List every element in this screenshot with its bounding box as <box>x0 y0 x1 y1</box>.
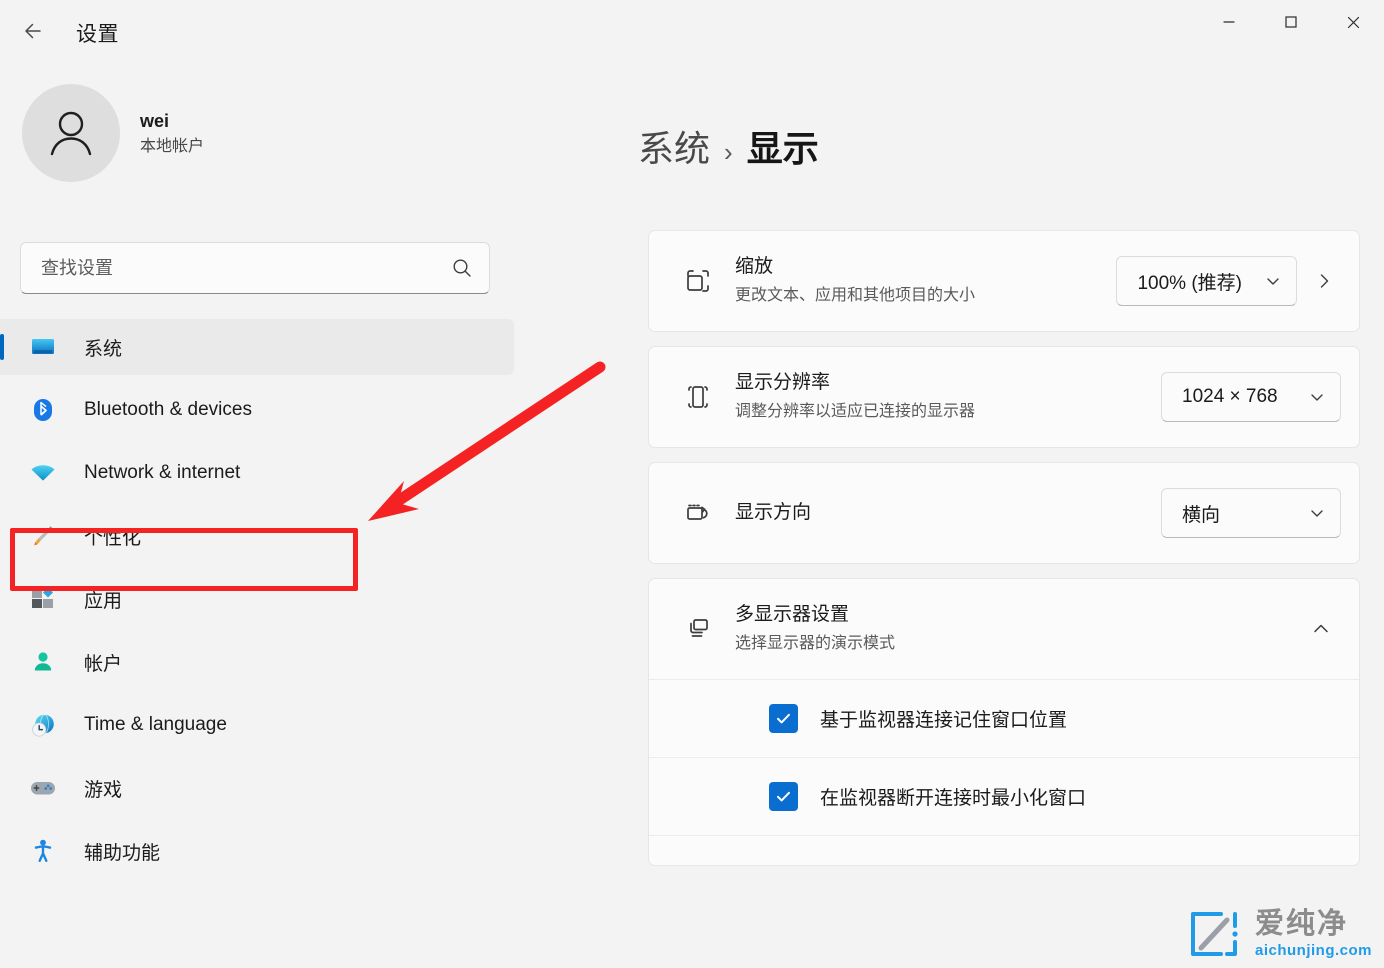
title-bar: 设置 <box>0 0 1384 62</box>
multi-monitor-card: 多显示器设置 选择显示器的演示模式 基于监视器连接记住窗口位置 在监视器断开连接… <box>648 578 1360 866</box>
apps-grid-icon <box>28 584 58 614</box>
minimize-icon <box>1223 21 1235 23</box>
orientation-title: 显示方向 <box>735 501 812 523</box>
sidebar-item-label: 帐户 <box>84 653 123 675</box>
breadcrumb-parent[interactable]: 系统 <box>638 120 710 172</box>
orientation-row[interactable]: 显示方向 横向 <box>649 463 1359 563</box>
main-content: 系统 › 显示 缩放 更改文本、应用和其他项目的大小 100% (推荐) 显示分… <box>520 62 1384 968</box>
scale-combobox[interactable]: 100% (推荐) <box>1116 256 1297 306</box>
display-resolution-icon <box>675 380 721 414</box>
system-monitor-icon <box>28 332 58 362</box>
resolution-combobox[interactable]: 1024 × 768 <box>1161 372 1341 422</box>
settings-window: 设置 wei 本地帐户 查找设置 系统 Bluetooth & devices … <box>0 0 1384 968</box>
sidebar-item-accounts[interactable]: 帐户 <box>6 634 514 690</box>
sidebar-item-label: Network & internet <box>84 462 241 483</box>
sidebar-item-personalization[interactable]: 个性化 <box>6 508 514 564</box>
minimize-button[interactable] <box>1198 0 1260 44</box>
account-tile[interactable]: wei 本地帐户 <box>22 84 204 182</box>
sidebar-item-bluetooth-devices[interactable]: Bluetooth & devices <box>6 382 514 438</box>
back-button[interactable] <box>14 14 52 48</box>
settings-cards: 缩放 更改文本、应用和其他项目的大小 100% (推荐) 显示分辨率 调整分辨率… <box>648 230 1360 880</box>
account-name: wei <box>140 110 170 131</box>
breadcrumb-separator: › <box>724 137 733 167</box>
resolution-row[interactable]: 显示分辨率 调整分辨率以适应已连接的显示器 1024 × 768 <box>649 347 1359 447</box>
orientation-combobox[interactable]: 横向 <box>1161 488 1341 538</box>
chevron-up-icon <box>1314 624 1328 633</box>
person-avatar-icon <box>50 111 92 156</box>
sidebar-item-time-language[interactable]: Time & language <box>6 697 514 753</box>
remember-window-locations-row[interactable]: 基于监视器连接记住窗口位置 <box>649 679 1359 757</box>
gamepad-icon <box>28 773 58 803</box>
resolution-desc: 调整分辨率以适应已连接的显示器 <box>735 402 976 420</box>
close-icon <box>1347 16 1359 28</box>
close-button[interactable] <box>1322 0 1384 44</box>
sidebar-item-label: 个性化 <box>84 527 142 549</box>
breadcrumb: 系统 › 显示 <box>638 120 819 172</box>
partial-row[interactable] <box>649 835 1359 865</box>
multi-monitor-title: 多显示器设置 <box>735 604 850 626</box>
sidebar-item-label: Time & language <box>84 714 227 735</box>
avatar <box>22 84 120 182</box>
scale-detail-chevron[interactable] <box>1307 272 1341 290</box>
orientation-combobox-value: 横向 <box>1182 504 1221 526</box>
search-input[interactable] <box>41 257 451 279</box>
account-subtitle: 本地帐户 <box>140 137 205 155</box>
sidebar-item-label: Bluetooth & devices <box>84 399 252 420</box>
app-title: 设置 <box>76 23 119 46</box>
remember-window-locations-checkbox[interactable] <box>769 704 798 733</box>
wifi-icon <box>28 458 58 488</box>
chevron-right-icon <box>1320 274 1329 288</box>
window-controls <box>1198 0 1384 44</box>
maximize-icon <box>1285 16 1297 28</box>
sidebar-item-network-internet[interactable]: Network & internet <box>6 445 514 501</box>
chevron-down-icon <box>1264 272 1282 290</box>
multi-monitor-desc: 选择显示器的演示模式 <box>735 634 896 652</box>
remember-window-locations-label: 基于监视器连接记住窗口位置 <box>820 710 1068 731</box>
account-person-icon <box>28 647 58 677</box>
search-icon <box>453 259 471 277</box>
checkmark-icon <box>777 791 790 802</box>
sidebar-item-system[interactable]: 系统 <box>0 319 514 375</box>
sidebar-item-label: 应用 <box>84 590 123 612</box>
orientation-card: 显示方向 横向 <box>648 462 1360 564</box>
scale-resize-icon <box>675 264 721 298</box>
sidebar-nav: 系统 Bluetooth & devices Network & interne… <box>0 312 520 886</box>
sidebar-item-label: 游戏 <box>84 779 123 801</box>
maximize-button[interactable] <box>1260 0 1322 44</box>
chevron-down-icon <box>1308 504 1326 522</box>
sidebar-item-gaming[interactable]: 游戏 <box>6 760 514 816</box>
paintbrush-icon <box>28 521 58 551</box>
sidebar: wei 本地帐户 查找设置 系统 Bluetooth & devices Net… <box>0 62 520 968</box>
bluetooth-icon <box>28 395 58 425</box>
scale-row[interactable]: 缩放 更改文本、应用和其他项目的大小 100% (推荐) <box>649 231 1359 331</box>
multi-monitor-icon <box>675 612 721 646</box>
resolution-title: 显示分辨率 <box>735 372 831 394</box>
sidebar-item-accessibility[interactable]: 辅助功能 <box>6 823 514 879</box>
resolution-combobox-value: 1024 × 768 <box>1182 386 1278 407</box>
search-box[interactable] <box>20 242 490 294</box>
scale-title: 缩放 <box>735 256 774 278</box>
accessibility-person-icon <box>28 836 58 866</box>
display-orientation-icon <box>675 496 721 530</box>
scale-combobox-value: 100% (推荐) <box>1137 272 1242 294</box>
scale-desc: 更改文本、应用和其他项目的大小 <box>735 286 976 304</box>
checkmark-icon <box>777 713 790 724</box>
sidebar-item-apps[interactable]: 应用 <box>6 571 514 627</box>
minimize-on-disconnect-label: 在监视器断开连接时最小化窗口 <box>820 788 1087 809</box>
back-arrow-icon <box>25 23 41 39</box>
resolution-card: 显示分辨率 调整分辨率以适应已连接的显示器 1024 × 768 <box>648 346 1360 448</box>
multi-monitor-header-row[interactable]: 多显示器设置 选择显示器的演示模式 <box>649 579 1359 679</box>
page-title: 显示 <box>746 128 819 169</box>
sidebar-item-label: 系统 <box>84 338 123 360</box>
multi-monitor-expander[interactable] <box>1301 619 1341 639</box>
scale-card: 缩放 更改文本、应用和其他项目的大小 100% (推荐) <box>648 230 1360 332</box>
minimize-on-disconnect-row[interactable]: 在监视器断开连接时最小化窗口 <box>649 757 1359 835</box>
sidebar-item-label: 辅助功能 <box>84 842 161 864</box>
chevron-down-icon <box>1308 388 1326 406</box>
minimize-on-disconnect-checkbox[interactable] <box>769 782 798 811</box>
clock-globe-icon <box>28 710 58 740</box>
